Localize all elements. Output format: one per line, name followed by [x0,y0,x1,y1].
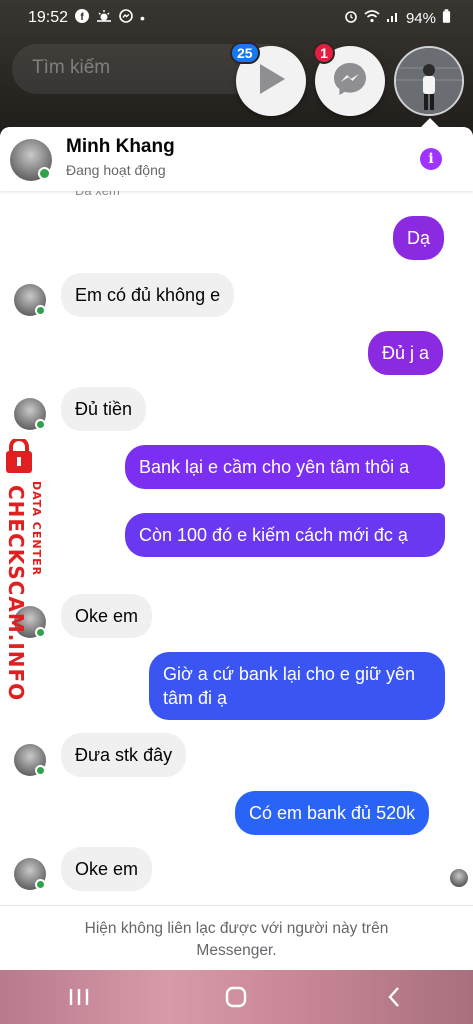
messenger-notification-icon [119,8,133,28]
status-time: 19:52 [28,9,69,26]
contact-name[interactable]: Minh Khang [66,136,175,158]
message-incoming[interactable]: Đưa stk đây [61,733,187,777]
back-icon [388,987,400,1007]
contact-status: Đang hoạt động [66,162,166,178]
message-outgoing[interactable]: Còn 100 đó e kiếm cách mới đc ạ [125,513,445,557]
recent-apps-icon [69,989,89,1005]
weather-icon [96,9,112,28]
chat-head-contact-avatar[interactable] [394,46,464,116]
online-indicator [38,167,51,180]
watermark-line1: DATA CENTER [30,481,43,577]
system-navigation-bar [0,970,473,1024]
unavailable-notice-line1: Hiện không liên lạc được với người này t… [84,920,389,937]
play-icon [254,61,288,102]
message-outgoing[interactable]: Đủ j a [368,331,444,375]
message-outgoing[interactable]: Dạ [393,216,445,260]
chat-head-video[interactable]: 25 [230,42,306,116]
chat-head-messenger[interactable]: 1 [313,42,385,116]
back-button[interactable] [364,977,424,1017]
status-notification-dot: • [140,10,145,26]
watermark-line2: CHECKSCAM.INFO [4,485,28,702]
signal-icon [386,9,400,27]
facebook-notification-icon: f [75,8,90,28]
watermark: CHECKSCAM.INFO DATA CENTER [2,437,62,701]
recent-apps-button[interactable] [49,977,109,1017]
message-outgoing[interactable]: Có em bank đủ 520k [235,791,430,835]
wifi-icon [364,9,380,27]
person-figure-icon [396,48,462,114]
messenger-icon [331,60,369,103]
chat-panel: Minh Khang Đang hoạt động i Đã xem Dạ Em… [0,127,473,970]
home-icon [226,986,247,1008]
online-indicator [35,305,46,316]
online-indicator [35,879,46,890]
online-indicator [35,765,46,776]
unavailable-notice-line2: Messenger. [196,942,277,959]
home-button[interactable] [206,977,266,1017]
messenger-badge: 1 [313,42,335,64]
alarm-icon [344,9,358,27]
message-outgoing[interactable]: Giờ a cứ bank lại cho e giữ yên tâm đi ạ [149,652,445,720]
video-badge: 25 [230,42,260,64]
message-outgoing[interactable]: Bank lại e cầm cho yên tâm thôi a [125,445,445,489]
message-incoming[interactable]: Oke em [61,847,153,891]
unavailable-notice: Hiện không liên lạc được với người này t… [0,905,473,970]
battery-icon [442,8,451,28]
message-incoming[interactable]: Oke em [61,594,153,638]
online-indicator [35,419,46,430]
message-incoming[interactable]: Em có đủ không e [61,273,235,317]
status-bar: 19:52 f • 94% [0,0,473,36]
chat-header: Minh Khang Đang hoạt động i [0,127,473,191]
read-receipt-avatar [450,869,468,887]
message-incoming[interactable]: Đủ tiền [61,387,147,431]
info-button[interactable]: i [420,148,442,170]
battery-percentage: 94% [405,9,436,27]
